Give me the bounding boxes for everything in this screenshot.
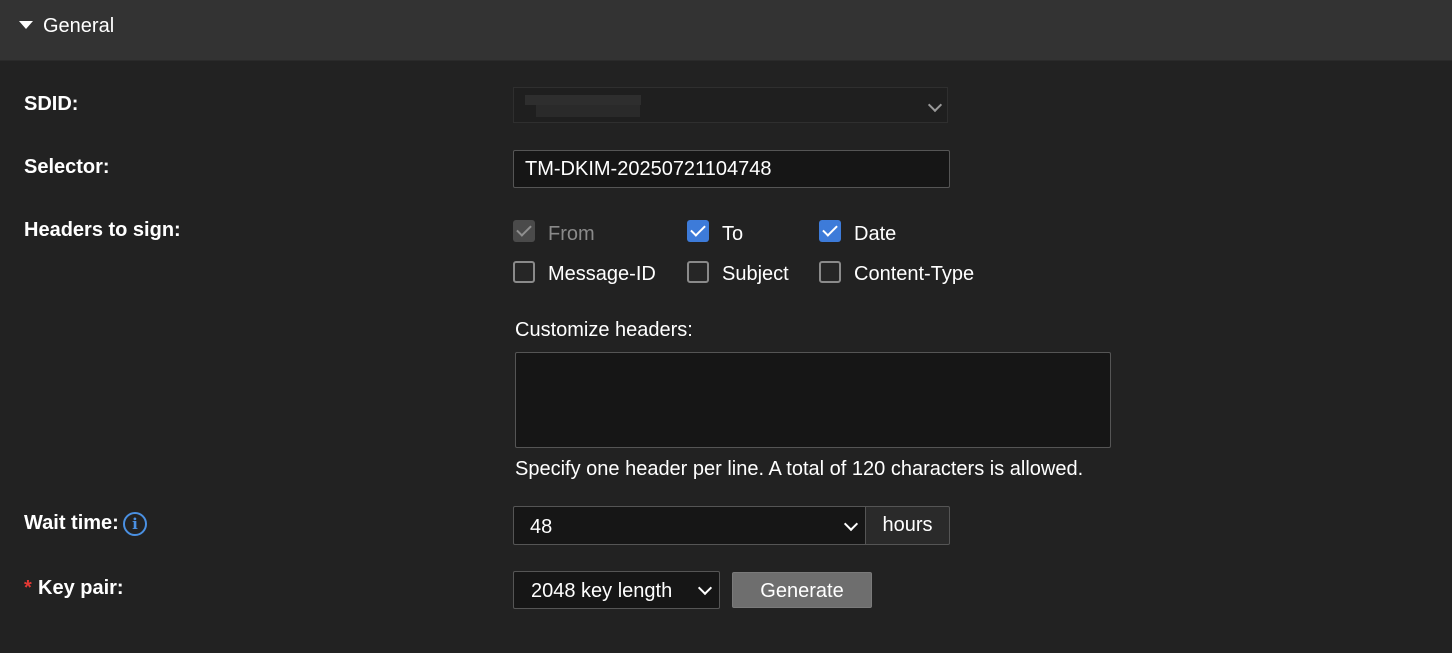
customize-headers-hint: Specify one header per line. A total of … [515, 458, 1084, 480]
headers-label: Headers to sign: [24, 219, 181, 241]
checkbox-to[interactable] [687, 220, 709, 242]
checkbox-message-id-label[interactable]: Message-ID [548, 263, 656, 286]
checkbox-from-label: From [548, 223, 595, 245]
section-header-general[interactable]: General [0, 0, 1452, 61]
checkbox-message-id[interactable] [513, 261, 535, 283]
key-pair-label: Key pair: [38, 577, 124, 599]
checkbox-subject[interactable] [687, 261, 709, 283]
wait-time-unit: hours [865, 506, 950, 545]
checkbox-date[interactable] [819, 220, 841, 242]
checkbox-from [513, 220, 535, 242]
checkbox-content-type-label[interactable]: Content-Type [854, 263, 974, 286]
generate-button[interactable]: Generate [732, 572, 872, 608]
key-length-value: 2048 key length [531, 580, 673, 602]
selector-input[interactable] [513, 150, 950, 188]
checkmark-icon [690, 221, 706, 237]
wait-time-value: 48 [530, 516, 553, 538]
checkbox-date-label[interactable]: Date [854, 223, 896, 246]
customize-headers-textarea[interactable] [515, 352, 1111, 448]
checkbox-subject-label[interactable]: Subject [722, 263, 789, 286]
checkbox-to-label[interactable]: To [722, 223, 743, 246]
customize-headers-label: Customize headers: [515, 319, 693, 341]
redacted-value [525, 95, 641, 105]
redacted-value [536, 105, 640, 117]
checkmark-icon [822, 221, 838, 237]
checkbox-content-type[interactable] [819, 261, 841, 283]
section-title: General [43, 15, 115, 37]
required-marker: * [24, 577, 32, 599]
caret-down-icon[interactable] [19, 21, 33, 29]
selector-label: Selector: [24, 156, 110, 178]
info-icon[interactable]: i [123, 512, 147, 536]
chevron-down-icon [927, 97, 943, 113]
wait-time-select[interactable]: 48 [513, 506, 866, 545]
checkmark-icon [516, 221, 532, 237]
chevron-down-icon [843, 516, 859, 532]
sdid-label: SDID: [24, 93, 79, 115]
chevron-down-icon [697, 580, 713, 596]
sdid-select[interactable] [513, 87, 948, 123]
key-length-select[interactable]: 2048 key length [513, 571, 720, 609]
wait-time-label: Wait time: [24, 512, 119, 534]
